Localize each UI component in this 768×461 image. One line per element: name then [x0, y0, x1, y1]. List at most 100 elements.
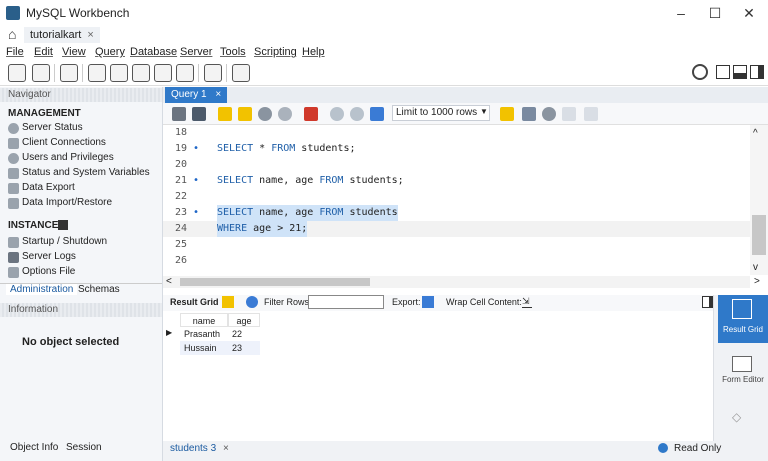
settings-gear-icon[interactable]	[692, 64, 708, 80]
wrap-lines-icon[interactable]	[584, 107, 598, 121]
create-procedure-icon[interactable]	[154, 64, 172, 82]
stop-icon[interactable]	[278, 107, 292, 121]
toggle-secondary-sidebar-icon[interactable]	[750, 65, 764, 79]
tab-session[interactable]: Session	[66, 442, 102, 453]
toolbar-separator	[226, 64, 227, 82]
scroll-down-icon[interactable]: v	[753, 262, 758, 273]
server-status-icon	[8, 123, 19, 134]
limit-rows-label: Limit to 1000 rows	[396, 107, 478, 118]
close-result-tab-icon[interactable]: ×	[223, 443, 229, 454]
execute-icon[interactable]	[218, 107, 232, 121]
refresh-icon[interactable]	[246, 296, 258, 308]
menu-scripting[interactable]: Scripting	[254, 46, 297, 58]
open-sql-script-icon[interactable]	[32, 64, 50, 82]
nav-startup-shutdown[interactable]: Startup / Shutdown	[22, 236, 107, 247]
menu-view[interactable]: View	[62, 46, 86, 58]
create-view-icon[interactable]	[132, 64, 150, 82]
create-function-icon[interactable]	[176, 64, 194, 82]
table-cell[interactable]: 23	[228, 341, 260, 355]
column-header-age[interactable]: age	[228, 313, 260, 327]
column-header-name[interactable]: name	[180, 313, 228, 327]
row-pointer-icon: ▶	[166, 328, 173, 337]
close-connection-tab-icon[interactable]: ×	[87, 29, 93, 41]
create-table-icon[interactable]	[110, 64, 128, 82]
wrap-cell-label: Wrap Cell Content:	[446, 297, 522, 307]
maximize-button[interactable]: ☐	[700, 2, 730, 24]
nav-data-import[interactable]: Data Import/Restore	[22, 197, 112, 208]
filter-rows-input[interactable]	[308, 295, 384, 309]
options-file-icon	[8, 267, 19, 278]
read-only-status: Read Only	[674, 443, 722, 454]
result-tab[interactable]: students 3 ×	[170, 443, 229, 454]
close-window-button[interactable]: ✕	[734, 2, 764, 24]
toggle-output-icon[interactable]	[733, 65, 747, 79]
grid-view-icon[interactable]	[222, 296, 234, 308]
form-editor-side-label: Form Editor	[722, 375, 764, 384]
tab-schemas[interactable]: Schemas	[74, 284, 124, 295]
nav-data-export[interactable]: Data Export	[22, 182, 75, 193]
open-file-icon[interactable]	[172, 107, 186, 121]
scroll-left-icon[interactable]: <	[166, 276, 172, 287]
inspector-icon[interactable]	[60, 64, 78, 82]
invisible-chars-icon[interactable]	[562, 107, 576, 121]
find-icon[interactable]	[542, 107, 556, 121]
editor-vertical-scroll-thumb[interactable]	[752, 215, 766, 255]
table-cell[interactable]: Hussain	[180, 341, 228, 355]
editor-line: 20	[175, 159, 188, 170]
execute-current-icon[interactable]	[238, 107, 252, 121]
explain-icon[interactable]	[258, 107, 272, 121]
search-table-data-icon[interactable]	[204, 64, 222, 82]
instance-status-icon	[58, 220, 68, 230]
editor-line: 25	[175, 239, 188, 250]
client-connections-icon	[8, 138, 19, 149]
toggle-sidebar-icon[interactable]	[716, 65, 730, 79]
connection-tab-label: tutorialkart	[30, 29, 82, 41]
table-cell[interactable]: 22	[228, 327, 260, 341]
menu-tools[interactable]: Tools	[220, 46, 246, 58]
editor-line-current: 24 WHERE age > 21;	[163, 221, 750, 237]
editor-horizontal-scroll-thumb[interactable]	[180, 278, 370, 286]
navigator-header: Navigator	[0, 88, 162, 102]
beautify-icon[interactable]	[522, 107, 536, 121]
nav-status-variables[interactable]: Status and System Variables	[22, 167, 150, 178]
save-icon[interactable]	[192, 107, 206, 121]
scroll-up-icon[interactable]: ^	[753, 128, 758, 139]
minimize-button[interactable]: –	[666, 2, 696, 24]
connection-tab[interactable]: tutorialkart ×	[24, 27, 100, 43]
menu-server[interactable]: Server	[180, 46, 212, 58]
no-object-selected-text: No object selected	[22, 336, 120, 348]
close-query-tab-icon[interactable]: ×	[215, 89, 221, 100]
export-icon[interactable]	[422, 296, 434, 308]
menu-help[interactable]: Help	[302, 46, 325, 58]
collapse-chevron-icon[interactable]: ◇	[732, 410, 746, 424]
editor-line: 23 • SELECT name, age FROM students	[163, 205, 750, 221]
nav-users-privileges[interactable]: Users and Privileges	[22, 152, 114, 163]
result-grid-tab[interactable]: Result Grid	[170, 297, 219, 307]
nav-server-logs[interactable]: Server Logs	[22, 251, 76, 262]
tab-object-info[interactable]: Object Info	[10, 442, 58, 453]
menu-file[interactable]: File	[6, 46, 24, 58]
nav-server-status[interactable]: Server Status	[22, 122, 83, 133]
nav-client-connections[interactable]: Client Connections	[22, 137, 106, 148]
home-icon[interactable]: ⌂	[8, 26, 16, 42]
query-tab-label: Query 1	[171, 89, 207, 100]
menu-database[interactable]: Database	[130, 46, 177, 58]
tab-administration[interactable]: Administration	[6, 284, 78, 295]
scroll-right-icon[interactable]: >	[754, 276, 760, 287]
menu-edit[interactable]: Edit	[34, 46, 53, 58]
rollback-icon[interactable]	[350, 107, 364, 121]
table-cell[interactable]: Prasanth	[180, 327, 228, 341]
query-tab[interactable]: Query 1 ×	[165, 87, 228, 103]
new-sql-tab-icon[interactable]	[8, 64, 26, 82]
reconnect-icon[interactable]	[232, 64, 250, 82]
bookmark-icon[interactable]	[500, 107, 514, 121]
nav-options-file[interactable]: Options File	[22, 266, 75, 277]
create-schema-icon[interactable]	[88, 64, 106, 82]
menu-query[interactable]: Query	[95, 46, 125, 58]
commit-icon[interactable]	[330, 107, 344, 121]
autocommit-icon[interactable]	[370, 107, 384, 121]
chevron-down-icon[interactable]: ▼	[480, 107, 488, 116]
toggle-error-icon[interactable]	[304, 107, 318, 121]
editor-line: 26	[175, 255, 188, 266]
wrap-cell-icon[interactable]: ⇲	[522, 296, 532, 308]
